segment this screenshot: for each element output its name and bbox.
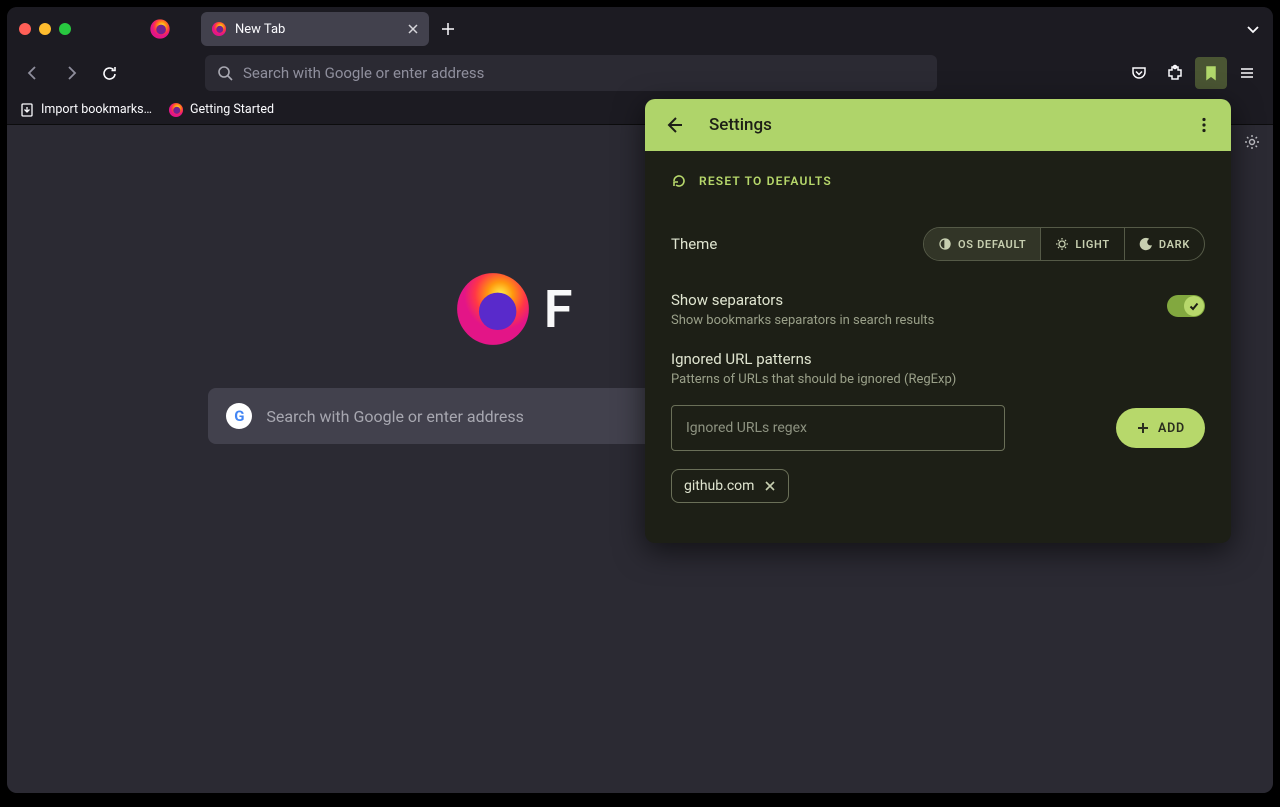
theme-option-dark[interactable]: DARK bbox=[1124, 228, 1204, 260]
theme-row: Theme OS DEFAULT LIGHT DARK bbox=[671, 227, 1205, 261]
forward-button[interactable] bbox=[55, 57, 87, 89]
bookmark-extension-button[interactable] bbox=[1195, 57, 1227, 89]
search-placeholder: Search with Google or enter address bbox=[266, 407, 524, 426]
sun-icon bbox=[1055, 237, 1069, 251]
app-menu-button[interactable] bbox=[1231, 57, 1263, 89]
firefox-icon bbox=[168, 102, 184, 118]
ignored-urls-subtitle: Patterns of URLs that should be ignored … bbox=[671, 372, 1205, 387]
seg-label: LIGHT bbox=[1075, 238, 1110, 251]
browser-window: New Tab Search with Google or enter addr… bbox=[7, 7, 1273, 793]
firefox-wordmark: F bbox=[454, 270, 573, 348]
firefox-icon bbox=[149, 18, 171, 40]
chip-label: github.com bbox=[684, 478, 754, 494]
import-icon bbox=[19, 102, 35, 118]
panel-header: Settings bbox=[645, 99, 1231, 151]
newtab-settings-button[interactable] bbox=[1243, 133, 1261, 151]
theme-option-os-default[interactable]: OS DEFAULT bbox=[924, 228, 1040, 260]
bookmark-label: Import bookmarks… bbox=[41, 102, 152, 117]
tabs-dropdown-button[interactable] bbox=[1245, 21, 1261, 37]
panel-title: Settings bbox=[709, 115, 772, 135]
firefox-icon bbox=[211, 21, 227, 37]
extension-settings-panel: Settings RESET TO DEFAULTS Theme OS DEFA… bbox=[645, 99, 1231, 543]
theme-label: Theme bbox=[671, 235, 717, 253]
show-separators-subtitle: Show bookmarks separators in search resu… bbox=[671, 313, 934, 328]
pocket-button[interactable] bbox=[1123, 57, 1155, 89]
reload-button[interactable] bbox=[93, 57, 125, 89]
ignored-urls-input[interactable] bbox=[671, 405, 1005, 451]
reset-icon bbox=[671, 173, 687, 189]
panel-body: RESET TO DEFAULTS Theme OS DEFAULT LIGHT bbox=[645, 151, 1231, 543]
show-separators-title: Show separators bbox=[671, 291, 934, 309]
ignored-urls-title: Ignored URL patterns bbox=[671, 350, 1205, 368]
window-close-button[interactable] bbox=[19, 23, 31, 35]
nav-right bbox=[1123, 57, 1263, 89]
seg-label: DARK bbox=[1159, 238, 1190, 251]
seg-label: OS DEFAULT bbox=[958, 238, 1026, 251]
titlebar: New Tab bbox=[7, 7, 1273, 51]
navbar: Search with Google or enter address bbox=[7, 51, 1273, 95]
back-icon[interactable] bbox=[663, 114, 685, 136]
show-separators-row: Show separators Show bookmarks separator… bbox=[671, 291, 1205, 328]
window-minimize-button[interactable] bbox=[39, 23, 51, 35]
reset-label: RESET TO DEFAULTS bbox=[699, 174, 832, 188]
window-maximize-button[interactable] bbox=[59, 23, 71, 35]
traffic-lights bbox=[19, 23, 71, 35]
reset-to-defaults-button[interactable]: RESET TO DEFAULTS bbox=[671, 173, 1205, 189]
bookmark-getting-started[interactable]: Getting Started bbox=[168, 102, 274, 118]
add-button[interactable]: ADD bbox=[1116, 408, 1205, 448]
check-icon bbox=[1188, 300, 1200, 312]
show-separators-text: Show separators Show bookmarks separator… bbox=[671, 291, 934, 328]
show-separators-toggle[interactable] bbox=[1167, 295, 1205, 317]
back-button[interactable] bbox=[17, 57, 49, 89]
add-label: ADD bbox=[1158, 421, 1185, 436]
bookmark-label: Getting Started bbox=[190, 102, 274, 117]
urlbar[interactable]: Search with Google or enter address bbox=[205, 55, 937, 91]
theme-option-light[interactable]: LIGHT bbox=[1040, 228, 1124, 260]
contrast-icon bbox=[938, 237, 952, 251]
tab-title: New Tab bbox=[235, 22, 285, 37]
kebab-menu-icon[interactable] bbox=[1195, 116, 1213, 134]
search-icon bbox=[217, 65, 233, 81]
google-icon: G bbox=[226, 403, 252, 429]
moon-icon bbox=[1139, 237, 1153, 251]
bookmark-import[interactable]: Import bookmarks… bbox=[19, 102, 152, 118]
active-tab[interactable]: New Tab bbox=[201, 12, 429, 46]
ignored-urls-section: Ignored URL patterns Patterns of URLs th… bbox=[671, 350, 1205, 503]
wordmark-text: F bbox=[544, 279, 573, 340]
theme-segmented-control: OS DEFAULT LIGHT DARK bbox=[923, 227, 1205, 261]
firefox-icon bbox=[454, 270, 532, 348]
new-tab-button[interactable] bbox=[441, 22, 455, 36]
chip-remove-icon[interactable] bbox=[764, 480, 776, 492]
urlbar-placeholder: Search with Google or enter address bbox=[243, 64, 484, 82]
ignored-chips: github.com bbox=[671, 469, 1205, 503]
toggle-knob bbox=[1184, 296, 1204, 316]
plus-icon bbox=[1136, 421, 1150, 435]
close-icon[interactable] bbox=[407, 23, 419, 35]
extensions-button[interactable] bbox=[1159, 57, 1191, 89]
ignored-input-row: ADD bbox=[671, 405, 1205, 451]
ignored-chip: github.com bbox=[671, 469, 789, 503]
